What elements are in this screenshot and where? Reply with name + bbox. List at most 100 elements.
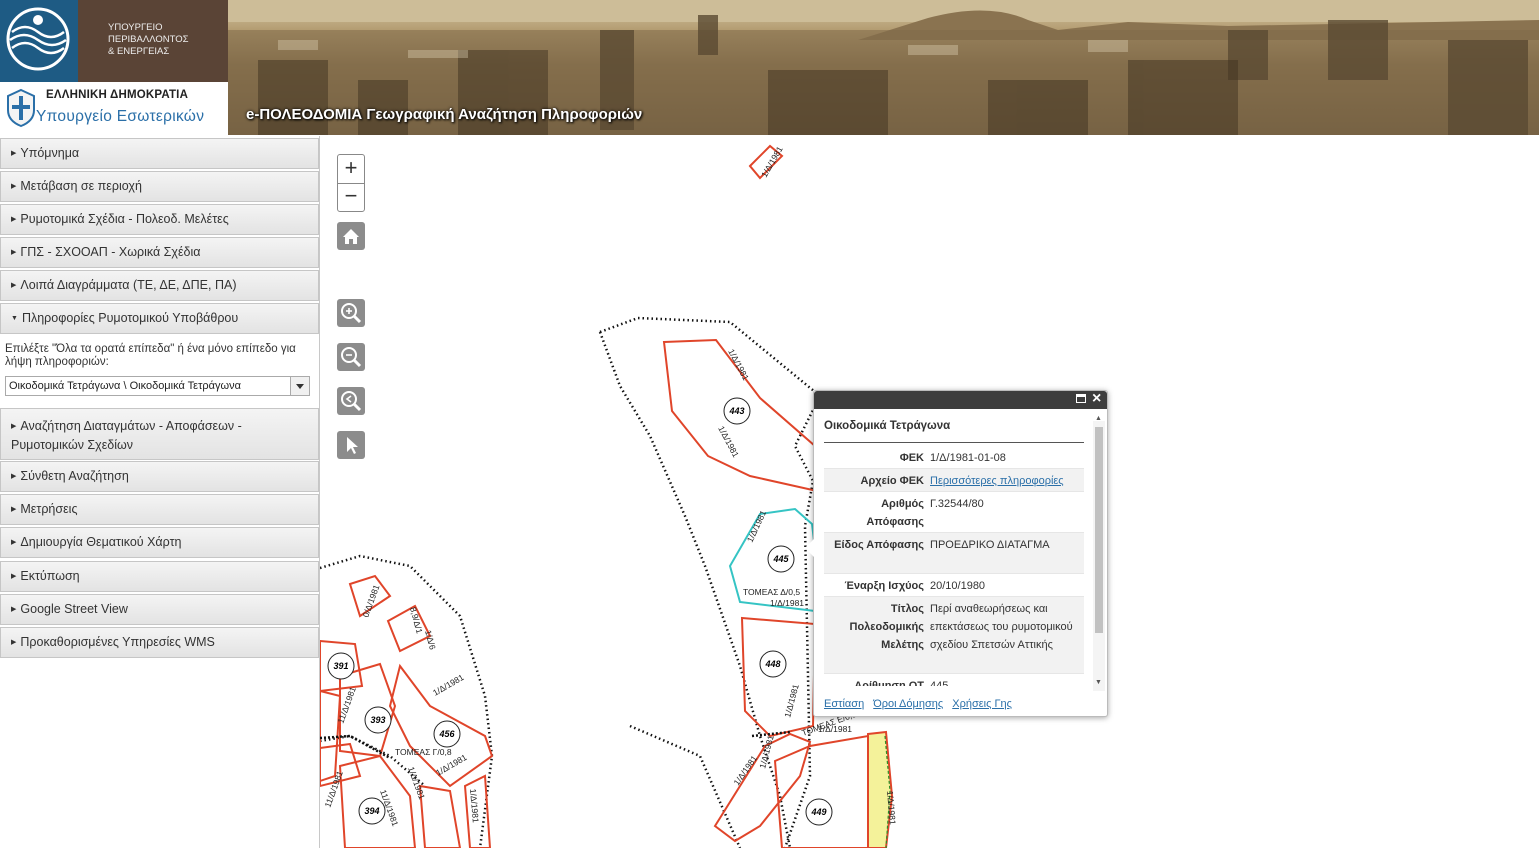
attr-row-effective-date: Έναρξη Ισχύος 20/10/1980 [824, 574, 1084, 597]
sidebar-item-label: Πληροφορίες Ρυμοτομικού Υποβάθρου [21, 311, 239, 325]
sidebar-item-label: Μετάβαση σε περιοχή [20, 179, 142, 193]
caret-right-icon: ▶ [11, 573, 17, 580]
block-number-label: 448 [764, 659, 780, 669]
attr-value: 445 [930, 680, 949, 686]
block-marker-445: 445 [767, 545, 795, 573]
block-marker-449: 449 [805, 798, 833, 826]
fek-label: 1/Δ/1981 [818, 724, 852, 734]
block-marker-448: 448 [759, 650, 787, 678]
sidebar-item-label: Δημιουργία Θεματικού Χάρτη [20, 535, 182, 549]
chevron-down-icon [296, 384, 304, 389]
zoom-out-button[interactable]: − [338, 183, 364, 211]
sidebar-item-legend[interactable]: ▶ Υπόμνημα [0, 138, 319, 169]
building-blocks [320, 144, 872, 848]
popup-pointer [805, 539, 814, 557]
caret-right-icon: ▶ [11, 506, 17, 513]
maximize-icon[interactable] [1076, 394, 1086, 403]
scrollbar-thumb[interactable] [1095, 427, 1103, 633]
block-number-label: 393 [370, 715, 385, 725]
sidebar-item-zoning-plans[interactable]: ▶ Ρυμοτομικά Σχέδια - Πολεοδ. Μελέτες [0, 204, 319, 235]
sidebar-item-label: Προκαθορισμένες Υπηρεσίες WMS [20, 635, 215, 649]
republic-label: ΕΛΛΗΝΙΚΗ ΔΗΜΟΚΡΑΤΙΑ [46, 89, 189, 101]
more-info-link[interactable]: Περισσότερες πληροφορίες [930, 475, 1064, 487]
sidebar-item-label: Σύνθετη Αναζήτηση [20, 469, 129, 483]
pointer-tool-button[interactable] [337, 431, 365, 459]
magnifier-minus-icon [341, 347, 362, 368]
layer-instruction: Επιλέξτε "Όλα τα ορατά επίπεδα" ή ένα μό… [5, 343, 296, 368]
attr-key: Αριθμός Απόφασης [866, 498, 924, 528]
sidebar-item-zoning-info[interactable]: ▼ Πληροφορίες Ρυμοτομικού Υποβάθρου [0, 303, 319, 334]
fek-label: 1/Δ/1981 [759, 144, 785, 179]
caret-right-icon: ▶ [11, 249, 17, 256]
attr-key: Αρίθμηση ΟΤ [854, 680, 924, 686]
attr-row-decision-number: Αριθμός Απόφασης Γ.32544/80 [824, 492, 1084, 533]
env-ministry-line: ΥΠΟΥΡΓΕΙΟ [108, 22, 163, 33]
caret-down-icon: ▼ [11, 315, 18, 322]
building-terms-link[interactable]: Όροι Δόμησης [873, 698, 943, 710]
layer-select-dropdown-button[interactable] [290, 377, 309, 395]
zoom-in-tool-button[interactable] [337, 299, 365, 327]
sidebar-item-street-view[interactable]: ▶ Google Street View [0, 594, 319, 625]
fek-label: 1/Δ/1981 [726, 347, 751, 382]
attr-value: Περί αναθεωρήσεως και επεκτάσεως του ρυμ… [930, 603, 1073, 651]
close-icon[interactable]: × [1092, 390, 1101, 408]
sidebar-item-thematic-map[interactable]: ▶ Δημιουργία Θεματικού Χάρτη [0, 527, 319, 558]
magnifier-plus-icon [341, 303, 362, 324]
block-449-outline [773, 734, 872, 848]
attr-key: ΦΕΚ [899, 452, 924, 464]
zoom-in-button[interactable]: + [338, 155, 364, 184]
land-uses-link[interactable]: Χρήσεις Γης [952, 698, 1012, 710]
block-marker-393: 393 [364, 706, 392, 734]
block-marker-443: 443 [723, 397, 751, 425]
sidebar-item-wms-services[interactable]: ▶ Προκαθορισμένες Υπηρεσίες WMS [0, 627, 319, 658]
attr-value: Γ.32544/80 [930, 498, 984, 510]
fek-label: 8,9/Δ/1 [408, 606, 425, 635]
sidebar: ▶ Υπόμνημα ▶ Μετάβαση σε περιοχή ▶ Ρυμοτομι… [0, 136, 320, 848]
zoning-info-panel: Επιλέξτε "Όλα τα ορατά επίπεδα" ή ένα μό… [0, 335, 319, 408]
caret-right-icon: ▶ [11, 150, 17, 157]
caret-right-icon: ▶ [11, 216, 17, 223]
env-ministry-line: & ΕΝΕΡΓΕΙΑΣ [108, 46, 170, 57]
zoom-to-link[interactable]: Εστίαση [824, 698, 864, 710]
attr-key: Είδος Απόφασης [834, 539, 924, 551]
sidebar-item-label: Λοιπά Διαγράμματα (ΤΕ, ΔΕ, ΔΠΕ, ΠΑ) [20, 278, 237, 292]
layer-select[interactable]: Οικοδομικά Τετράγωνα \ Οικοδομικά Τετράγ… [5, 376, 310, 396]
zoom-out-tool-button[interactable] [337, 343, 365, 371]
block-number-label: 391 [333, 661, 348, 671]
home-extent-button[interactable] [337, 222, 365, 250]
fek-label: 1/Δ/1981 [745, 509, 769, 544]
popup-scrollbar[interactable]: ▲ ▼ [1093, 415, 1105, 691]
env-ministry-line: ΠΕΡΙΒΑΛΛΟΝΤΟΣ [108, 34, 189, 45]
sidebar-item-label: Μετρήσεις [20, 502, 78, 516]
block-marker-391: 391 [327, 652, 355, 680]
caret-right-icon: ▶ [11, 639, 17, 646]
sidebar-item-spatial-plans[interactable]: ▶ ΓΠΣ - ΣΧΟΟΑΠ - Χωρικά Σχέδια [0, 237, 319, 268]
env-ministry-emblem-icon [6, 7, 70, 71]
previous-extent-button[interactable] [337, 387, 365, 415]
sidebar-item-label: Εκτύπωση [20, 569, 80, 583]
attr-row-fek: ΦΕΚ 1/Δ/1981-01-08 [824, 446, 1084, 469]
sidebar-item-print[interactable]: ▶ Εκτύπωση [0, 561, 319, 592]
block-number-label: 456 [438, 729, 455, 739]
caret-right-icon: ▶ [11, 539, 17, 546]
sidebar-item-measurements[interactable]: ▶ Μετρήσεις [0, 494, 319, 525]
attr-key: Αρχείο ΦΕΚ [860, 475, 924, 487]
layer-select-value: Οικοδομικά Τετράγωνα \ Οικοδομικά Τετράγ… [9, 380, 241, 392]
fek-label: 1/Δ/1981 [431, 672, 466, 698]
attr-key: Τίτλος Πολεοδομικής Μελέτης [849, 603, 924, 651]
caret-right-icon: ▶ [11, 282, 17, 289]
block-number-label: 445 [772, 554, 789, 564]
scroll-up-icon[interactable]: ▲ [1095, 415, 1102, 422]
sidebar-item-search-decrees[interactable]: ▶ Αναζήτηση Διαταγμάτων - Αποφάσεων - Ρυμ… [0, 408, 319, 460]
sidebar-item-advanced-search[interactable]: ▶ Σύνθετη Αναζήτηση [0, 461, 319, 492]
fek-label: 1/Δ/1981 [770, 598, 804, 608]
scroll-down-icon[interactable]: ▼ [1095, 679, 1102, 686]
sidebar-item-label: Αναζήτηση Διαταγμάτων - Αποφάσεων - Ρυμο… [11, 419, 242, 452]
attr-row-decision-type: Είδος Απόφασης ΠΡΟΕΔΡΙΚΟ ΔΙΑΤΑΓΜΑ [824, 533, 1084, 574]
sidebar-item-go-to-area[interactable]: ▶ Μετάβαση σε περιοχή [0, 171, 319, 202]
popup-actions: Εστίαση Όροι Δόμησης Χρήσεις Γης [824, 698, 1018, 710]
fek-label: 1/Δ/1981 [757, 734, 776, 770]
fek-label: 1/Δ/1981 [716, 424, 741, 459]
block-448-outline [740, 616, 817, 738]
sidebar-item-other-diagrams[interactable]: ▶ Λοιπά Διαγράμματα (ΤΕ, ΔΕ, ΔΠΕ, ΠΑ) [0, 270, 319, 301]
